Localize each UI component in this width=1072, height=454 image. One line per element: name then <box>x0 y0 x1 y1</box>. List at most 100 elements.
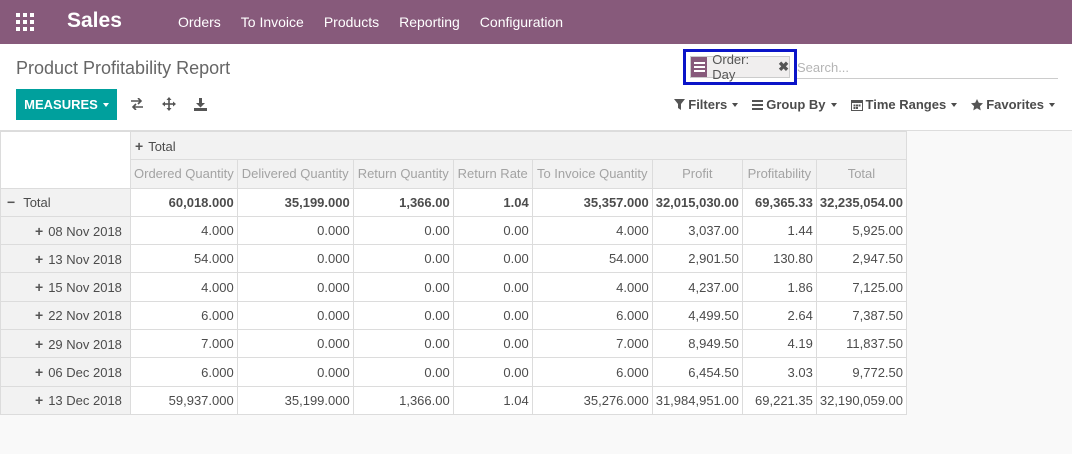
cell: 54.000 <box>531 244 653 274</box>
row-header-date[interactable]: +15 Nov 2018 <box>0 272 131 302</box>
cell: 0.000 <box>236 215 354 246</box>
measure-header[interactable]: Delivered Quantity <box>236 159 354 189</box>
download-icon <box>193 97 207 111</box>
pivot-table: + Total Ordered Quantity Delivered Quanti… <box>0 130 908 415</box>
table-row: +08 Nov 2018 4.000 0.000 0.00 0.00 4.000 3,037… <box>0 215 908 246</box>
cell: 6.000 <box>130 300 238 331</box>
cell: 69,221.35 <box>741 385 817 415</box>
row-header-label: 08 Nov 2018 <box>48 223 122 239</box>
cell: 0.00 <box>352 215 454 246</box>
cell: 0.000 <box>236 357 354 387</box>
cell: 130.80 <box>741 244 817 274</box>
cell: 4,499.50 <box>651 300 743 331</box>
app-name: Sales <box>67 9 122 32</box>
measure-header[interactable]: Profit <box>651 159 743 189</box>
menu-item-orders[interactable]: Orders <box>168 0 231 44</box>
expand-plus-icon: + <box>35 250 44 267</box>
measure-header[interactable]: To Invoice Quantity <box>531 159 653 189</box>
search-facet-groupby[interactable]: Order: Day ✖ <box>690 52 790 82</box>
measures-button[interactable]: MEASURES <box>16 89 117 120</box>
cell: 1.44 <box>741 215 817 246</box>
table-row: +15 Nov 2018 4.000 0.000 0.00 0.00 4.000 4,237… <box>0 272 908 302</box>
cell: 6,454.50 <box>651 357 743 387</box>
cell: 0.000 <box>236 329 354 359</box>
measure-header[interactable]: Total <box>815 159 908 189</box>
cell: 0.00 <box>352 272 454 302</box>
row-header-label: 13 Dec 2018 <box>48 393 122 409</box>
cell: 9,772.50 <box>815 357 908 387</box>
control-panel: Product Profitability Report Order: Day … <box>0 44 1072 131</box>
flip-axis-button[interactable] <box>127 94 147 114</box>
cell: 0.00 <box>352 300 454 331</box>
table-row: +13 Dec 2018 59,937.000 35,199.000 1,366.00… <box>0 385 908 415</box>
facet-remove-icon[interactable]: ✖ <box>778 59 789 75</box>
row-header-date[interactable]: +06 Dec 2018 <box>0 357 131 387</box>
menu-item-configuration[interactable]: Configuration <box>470 0 573 44</box>
cell: 60,018.000 <box>130 187 238 217</box>
row-header-date[interactable]: +22 Nov 2018 <box>0 300 131 331</box>
cell: 69,365.33 <box>741 187 817 217</box>
expand-plus-icon: + <box>35 364 44 381</box>
search-options: Filters Group By Time Ranges Favorites <box>674 97 1055 112</box>
row-header-label: 29 Nov 2018 <box>48 336 122 352</box>
col-header-total[interactable]: + Total <box>130 130 907 161</box>
row-header-date[interactable]: +29 Nov 2018 <box>0 329 131 359</box>
main-menu: Orders To Invoice Products Reporting Con… <box>168 0 573 44</box>
expand-plus-icon: + <box>35 307 44 324</box>
groupby-label: Group By <box>766 97 826 112</box>
download-button[interactable] <box>190 94 210 114</box>
menu-item-to-invoice[interactable]: To Invoice <box>231 0 314 44</box>
expand-plus-icon: + <box>35 279 44 296</box>
measure-header[interactable]: Return Quantity <box>352 159 454 189</box>
row-header-date[interactable]: +13 Dec 2018 <box>0 385 131 415</box>
cell: 32,235,054.00 <box>815 187 908 217</box>
search-bar: Order: Day ✖ <box>683 49 1058 85</box>
cell: 4.000 <box>130 272 238 302</box>
row-header-date[interactable]: +13 Nov 2018 <box>0 244 131 274</box>
row-header-label: 06 Dec 2018 <box>48 365 122 381</box>
filter-icon <box>674 99 686 110</box>
menu-item-reporting[interactable]: Reporting <box>389 0 470 44</box>
menu-item-products[interactable]: Products <box>314 0 389 44</box>
cell: 0.000 <box>236 272 354 302</box>
cell: 1.04 <box>452 187 533 217</box>
cell: 3.03 <box>741 357 817 387</box>
filters-dropdown[interactable]: Filters <box>674 97 739 112</box>
cell: 0.00 <box>352 244 454 274</box>
row-header-label: 15 Nov 2018 <box>48 280 122 296</box>
row-header-label: Total <box>23 195 51 211</box>
row-header-total[interactable]: − Total <box>0 187 131 217</box>
row-header-date[interactable]: +08 Nov 2018 <box>0 215 131 246</box>
calendar-icon <box>850 99 863 111</box>
cell: 11,837.50 <box>815 329 908 359</box>
favorites-dropdown[interactable]: Favorites <box>971 97 1055 112</box>
timeranges-dropdown[interactable]: Time Ranges <box>850 97 958 112</box>
cell: 3,037.00 <box>651 215 743 246</box>
list-icon <box>752 99 764 110</box>
measure-header[interactable]: Return Rate <box>452 159 533 189</box>
cell: 0.00 <box>452 244 533 274</box>
cell: 5,925.00 <box>815 215 908 246</box>
search-input[interactable] <box>797 57 1058 79</box>
measure-header[interactable]: Profitability <box>741 159 817 189</box>
apps-menu-icon[interactable] <box>16 13 34 31</box>
cell: 35,199.000 <box>236 187 354 217</box>
cell: 0.000 <box>236 244 354 274</box>
cell: 0.00 <box>452 357 533 387</box>
groupby-dropdown[interactable]: Group By <box>752 97 837 112</box>
expand-all-button[interactable] <box>159 94 179 114</box>
caret-down-icon <box>102 102 109 107</box>
filters-label: Filters <box>688 97 728 112</box>
cell: 35,357.000 <box>531 187 653 217</box>
cell: 1,366.00 <box>352 187 454 217</box>
cell: 4.19 <box>741 329 817 359</box>
measure-header[interactable]: Ordered Quantity <box>130 159 238 189</box>
cell: 0.00 <box>452 272 533 302</box>
cell: 7,387.50 <box>815 300 908 331</box>
cell: 6.000 <box>531 300 653 331</box>
page-title: Product Profitability Report <box>16 58 231 78</box>
caret-down-icon <box>951 102 958 107</box>
cell: 54.000 <box>130 244 238 274</box>
groupby-bars-icon <box>691 57 708 77</box>
measures-label: MEASURES <box>24 97 98 112</box>
